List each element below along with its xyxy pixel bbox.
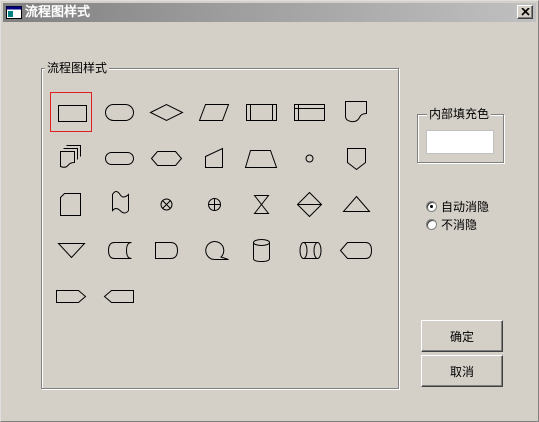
punched-tape-icon xyxy=(111,191,129,214)
shape-multi-document[interactable] xyxy=(50,138,92,178)
stored-data-icon xyxy=(107,242,132,259)
shapes-group-label: 流程图样式 xyxy=(45,60,110,76)
radio-auto-hide-label: 自动消隐 xyxy=(441,199,490,214)
shape-terminator-rounded[interactable] xyxy=(98,92,140,132)
radio-auto-hide[interactable]: 自动消隐 xyxy=(426,198,489,214)
manual-input-icon xyxy=(204,147,223,168)
shape-sequential-access-storage[interactable] xyxy=(193,230,235,270)
shape-merge[interactable] xyxy=(50,230,92,270)
sort-icon xyxy=(296,191,322,218)
shape-data-parallelogram[interactable] xyxy=(193,92,235,132)
dialog-window: 流程图样式 流程图样式 内部填充色 自动消隐 不消隐 确定 取消 xyxy=(0,0,539,422)
delay-icon xyxy=(155,242,179,259)
close-button[interactable] xyxy=(517,5,533,19)
extract-icon xyxy=(342,195,371,212)
shape-off-page-connector[interactable] xyxy=(335,138,377,178)
window-title: 流程图样式 xyxy=(25,5,91,20)
shape-predefined-process[interactable] xyxy=(240,92,282,132)
manual-operation-icon xyxy=(244,150,278,168)
off-page-connector-icon xyxy=(347,148,366,171)
merge-icon xyxy=(57,243,86,259)
shape-pentagon-arrow-left[interactable] xyxy=(98,276,140,316)
shape-card[interactable] xyxy=(50,184,92,224)
close-icon xyxy=(521,8,530,16)
shape-stored-data[interactable] xyxy=(98,230,140,270)
fill-color-groupbox: 内部填充色 xyxy=(417,106,504,163)
window-icon xyxy=(6,6,22,19)
shape-or[interactable] xyxy=(193,184,235,224)
process-rectangle-icon xyxy=(58,105,87,122)
pentagon-arrow-left-icon xyxy=(103,290,134,303)
preparation-hexagon-icon xyxy=(150,151,183,166)
multi-document-icon xyxy=(60,145,81,168)
shape-delay[interactable] xyxy=(145,230,187,270)
shape-connector[interactable] xyxy=(288,138,330,178)
fill-group-label: 内部填充色 xyxy=(427,106,492,122)
collate-icon xyxy=(253,195,270,214)
connector-icon xyxy=(305,154,313,163)
shape-document[interactable] xyxy=(335,92,377,132)
or-icon xyxy=(207,198,221,211)
alternate-process-icon xyxy=(104,152,134,165)
document-icon xyxy=(345,101,367,123)
radio-auto-hide-dot[interactable] xyxy=(426,200,437,212)
shape-decision-diamond[interactable] xyxy=(145,92,187,132)
shape-manual-operation[interactable] xyxy=(240,138,282,178)
shape-process-rectangle[interactable] xyxy=(50,92,92,132)
radio-no-hide-label: 不消隐 xyxy=(441,217,478,232)
shape-extract[interactable] xyxy=(335,184,377,224)
shape-pentagon-arrow[interactable] xyxy=(50,276,92,316)
shape-manual-input[interactable] xyxy=(193,138,235,178)
radio-no-hide[interactable]: 不消隐 xyxy=(426,216,477,232)
card-icon xyxy=(60,193,81,216)
shape-alternate-process[interactable] xyxy=(98,138,140,178)
radio-no-hide-dot[interactable] xyxy=(426,218,437,230)
shape-magnetic-disk[interactable] xyxy=(240,230,282,270)
direct-access-storage-icon xyxy=(299,242,321,259)
shape-sort[interactable] xyxy=(288,184,330,224)
shape-direct-access-storage[interactable] xyxy=(288,230,330,270)
terminator-rounded-icon xyxy=(104,104,134,121)
shape-summing-junction[interactable] xyxy=(145,184,187,224)
cancel-button[interactable]: 取消 xyxy=(421,355,503,387)
fill-color-swatch[interactable] xyxy=(426,130,494,154)
magnetic-disk-icon xyxy=(253,239,270,263)
sequential-access-storage-icon xyxy=(204,241,229,260)
display-icon xyxy=(339,242,373,259)
shape-punched-tape[interactable] xyxy=(98,184,140,224)
internal-storage-icon xyxy=(293,104,325,121)
shape-internal-storage[interactable] xyxy=(288,92,330,132)
summing-junction-icon xyxy=(160,198,173,211)
shape-preparation-hexagon[interactable] xyxy=(145,138,187,178)
predefined-process-icon xyxy=(246,104,277,121)
pentagon-arrow-icon xyxy=(56,290,87,303)
shape-collate[interactable] xyxy=(240,184,282,224)
shape-display[interactable] xyxy=(335,230,377,270)
ok-button[interactable]: 确定 xyxy=(421,320,503,352)
decision-diamond-icon xyxy=(149,103,184,122)
data-parallelogram-icon xyxy=(198,104,229,121)
title-bar[interactable]: 流程图样式 xyxy=(3,3,536,22)
